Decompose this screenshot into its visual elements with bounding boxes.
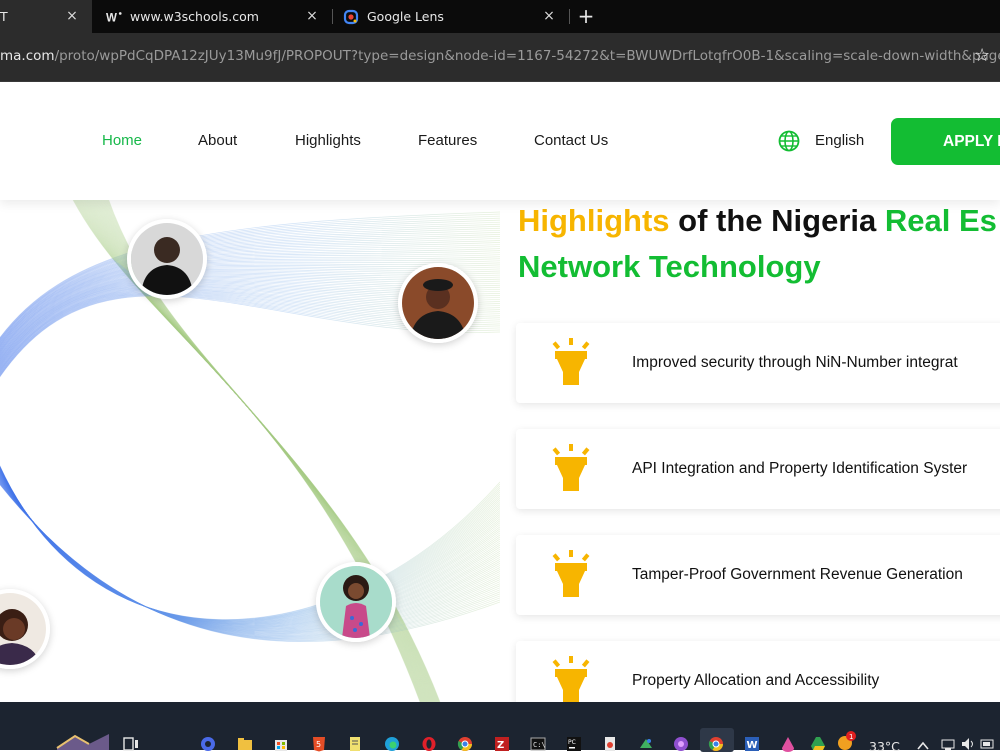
nav-home[interactable]: Home xyxy=(102,132,142,149)
lightbulb-highlight-icon xyxy=(552,444,590,491)
nav-contact-us[interactable]: Contact Us xyxy=(534,132,608,149)
notification-count: 1 xyxy=(849,733,853,741)
decorative-wave-graphic xyxy=(0,182,500,702)
heading-highlights: Highlights xyxy=(518,203,670,238)
highlight-text: Improved security through NiN-Number int… xyxy=(632,354,958,371)
svg-text:Z: Z xyxy=(497,740,504,751)
highlight-text: Tamper-Proof Government Revenue Generati… xyxy=(632,566,963,583)
close-tab-icon[interactable]: × xyxy=(541,8,557,24)
highlight-text: Property Allocation and Accessibility xyxy=(632,672,880,689)
avatar-man-hat xyxy=(398,263,478,343)
highlight-card: Tamper-Proof Government Revenue Generati… xyxy=(516,535,1000,615)
svg-text:W: W xyxy=(106,12,117,24)
lightbulb-highlight-icon xyxy=(552,338,590,385)
svg-text:W: W xyxy=(747,740,758,751)
url-path: /proto/wpPdCqDPA12zJUy13Mu9fJ/PROPOUT?ty… xyxy=(54,48,1000,64)
nav-features[interactable]: Features xyxy=(418,132,477,149)
heading-middle: of the Nigeria xyxy=(669,203,885,238)
web-page: Home About Highlights Features Contact U… xyxy=(0,82,1000,702)
google-lens-icon xyxy=(343,9,359,25)
chevron-up-icon[interactable] xyxy=(915,738,931,754)
browser-tab-bar: T × W www.w3schools.com × Google Lens × … xyxy=(0,0,1000,33)
highlight-card: Property Allocation and Accessibility xyxy=(516,641,1000,702)
globe-icon[interactable] xyxy=(778,130,800,152)
w3schools-favicon-icon: W xyxy=(106,9,122,25)
close-tab-icon[interactable]: × xyxy=(304,8,320,24)
url-field[interactable]: ma.com/proto/wpPdCqDPA12zJUy13Mu9fJ/PROP… xyxy=(0,48,1000,64)
avatar-woman-dress xyxy=(316,562,396,642)
close-tab-icon[interactable]: × xyxy=(64,8,80,24)
nav-about[interactable]: About xyxy=(198,132,237,149)
lightbulb-highlight-icon xyxy=(552,550,590,597)
heading-real-estate: Real Es xyxy=(884,203,997,238)
highlight-card: Improved security through NiN-Number int… xyxy=(516,323,1000,403)
temperature-readout[interactable]: 33°C xyxy=(869,739,900,754)
tab-w3schools[interactable]: W www.w3schools.com × xyxy=(92,0,332,33)
language-selector[interactable]: English xyxy=(815,132,864,149)
windows-taskbar: 5 Z C:\ PC W 1 33°C xyxy=(0,702,1000,754)
tab-google-lens[interactable]: Google Lens × xyxy=(333,0,569,33)
section-heading: Highlights of the Nigeria Real Es Networ… xyxy=(518,198,997,290)
svg-text:5: 5 xyxy=(316,740,321,749)
site-navbar: Home About Highlights Features Contact U… xyxy=(0,82,1000,200)
nav-highlights[interactable]: Highlights xyxy=(295,132,361,149)
url-host: ma.com xyxy=(0,48,55,64)
tab-title: T xyxy=(0,9,8,24)
tab-title: www.w3schools.com xyxy=(130,9,259,24)
tab-title: Google Lens xyxy=(367,9,444,24)
highlight-text: API Integration and Property Identificat… xyxy=(632,460,968,477)
svg-text:C:\: C:\ xyxy=(533,741,546,749)
lightbulb-highlight-icon xyxy=(552,656,590,702)
apply-button[interactable]: APPLY F xyxy=(891,118,1000,165)
address-bar: ma.com/proto/wpPdCqDPA12zJUy13Mu9fJ/PROP… xyxy=(0,33,1000,82)
tab-separator xyxy=(569,9,570,24)
weather-alert-icon[interactable]: 1 xyxy=(836,730,858,752)
new-tab-button[interactable]: + xyxy=(576,4,596,28)
highlight-card: API Integration and Property Identificat… xyxy=(516,429,1000,509)
svg-text:PC: PC xyxy=(568,739,576,746)
bookmark-star-icon[interactable]: ☆ xyxy=(974,45,990,66)
heading-line2: Network Technology xyxy=(518,249,821,284)
avatar-man-black-shirt xyxy=(127,219,207,299)
widgets-weather-icon[interactable] xyxy=(55,732,111,750)
tab-figma[interactable]: T × xyxy=(0,0,92,33)
